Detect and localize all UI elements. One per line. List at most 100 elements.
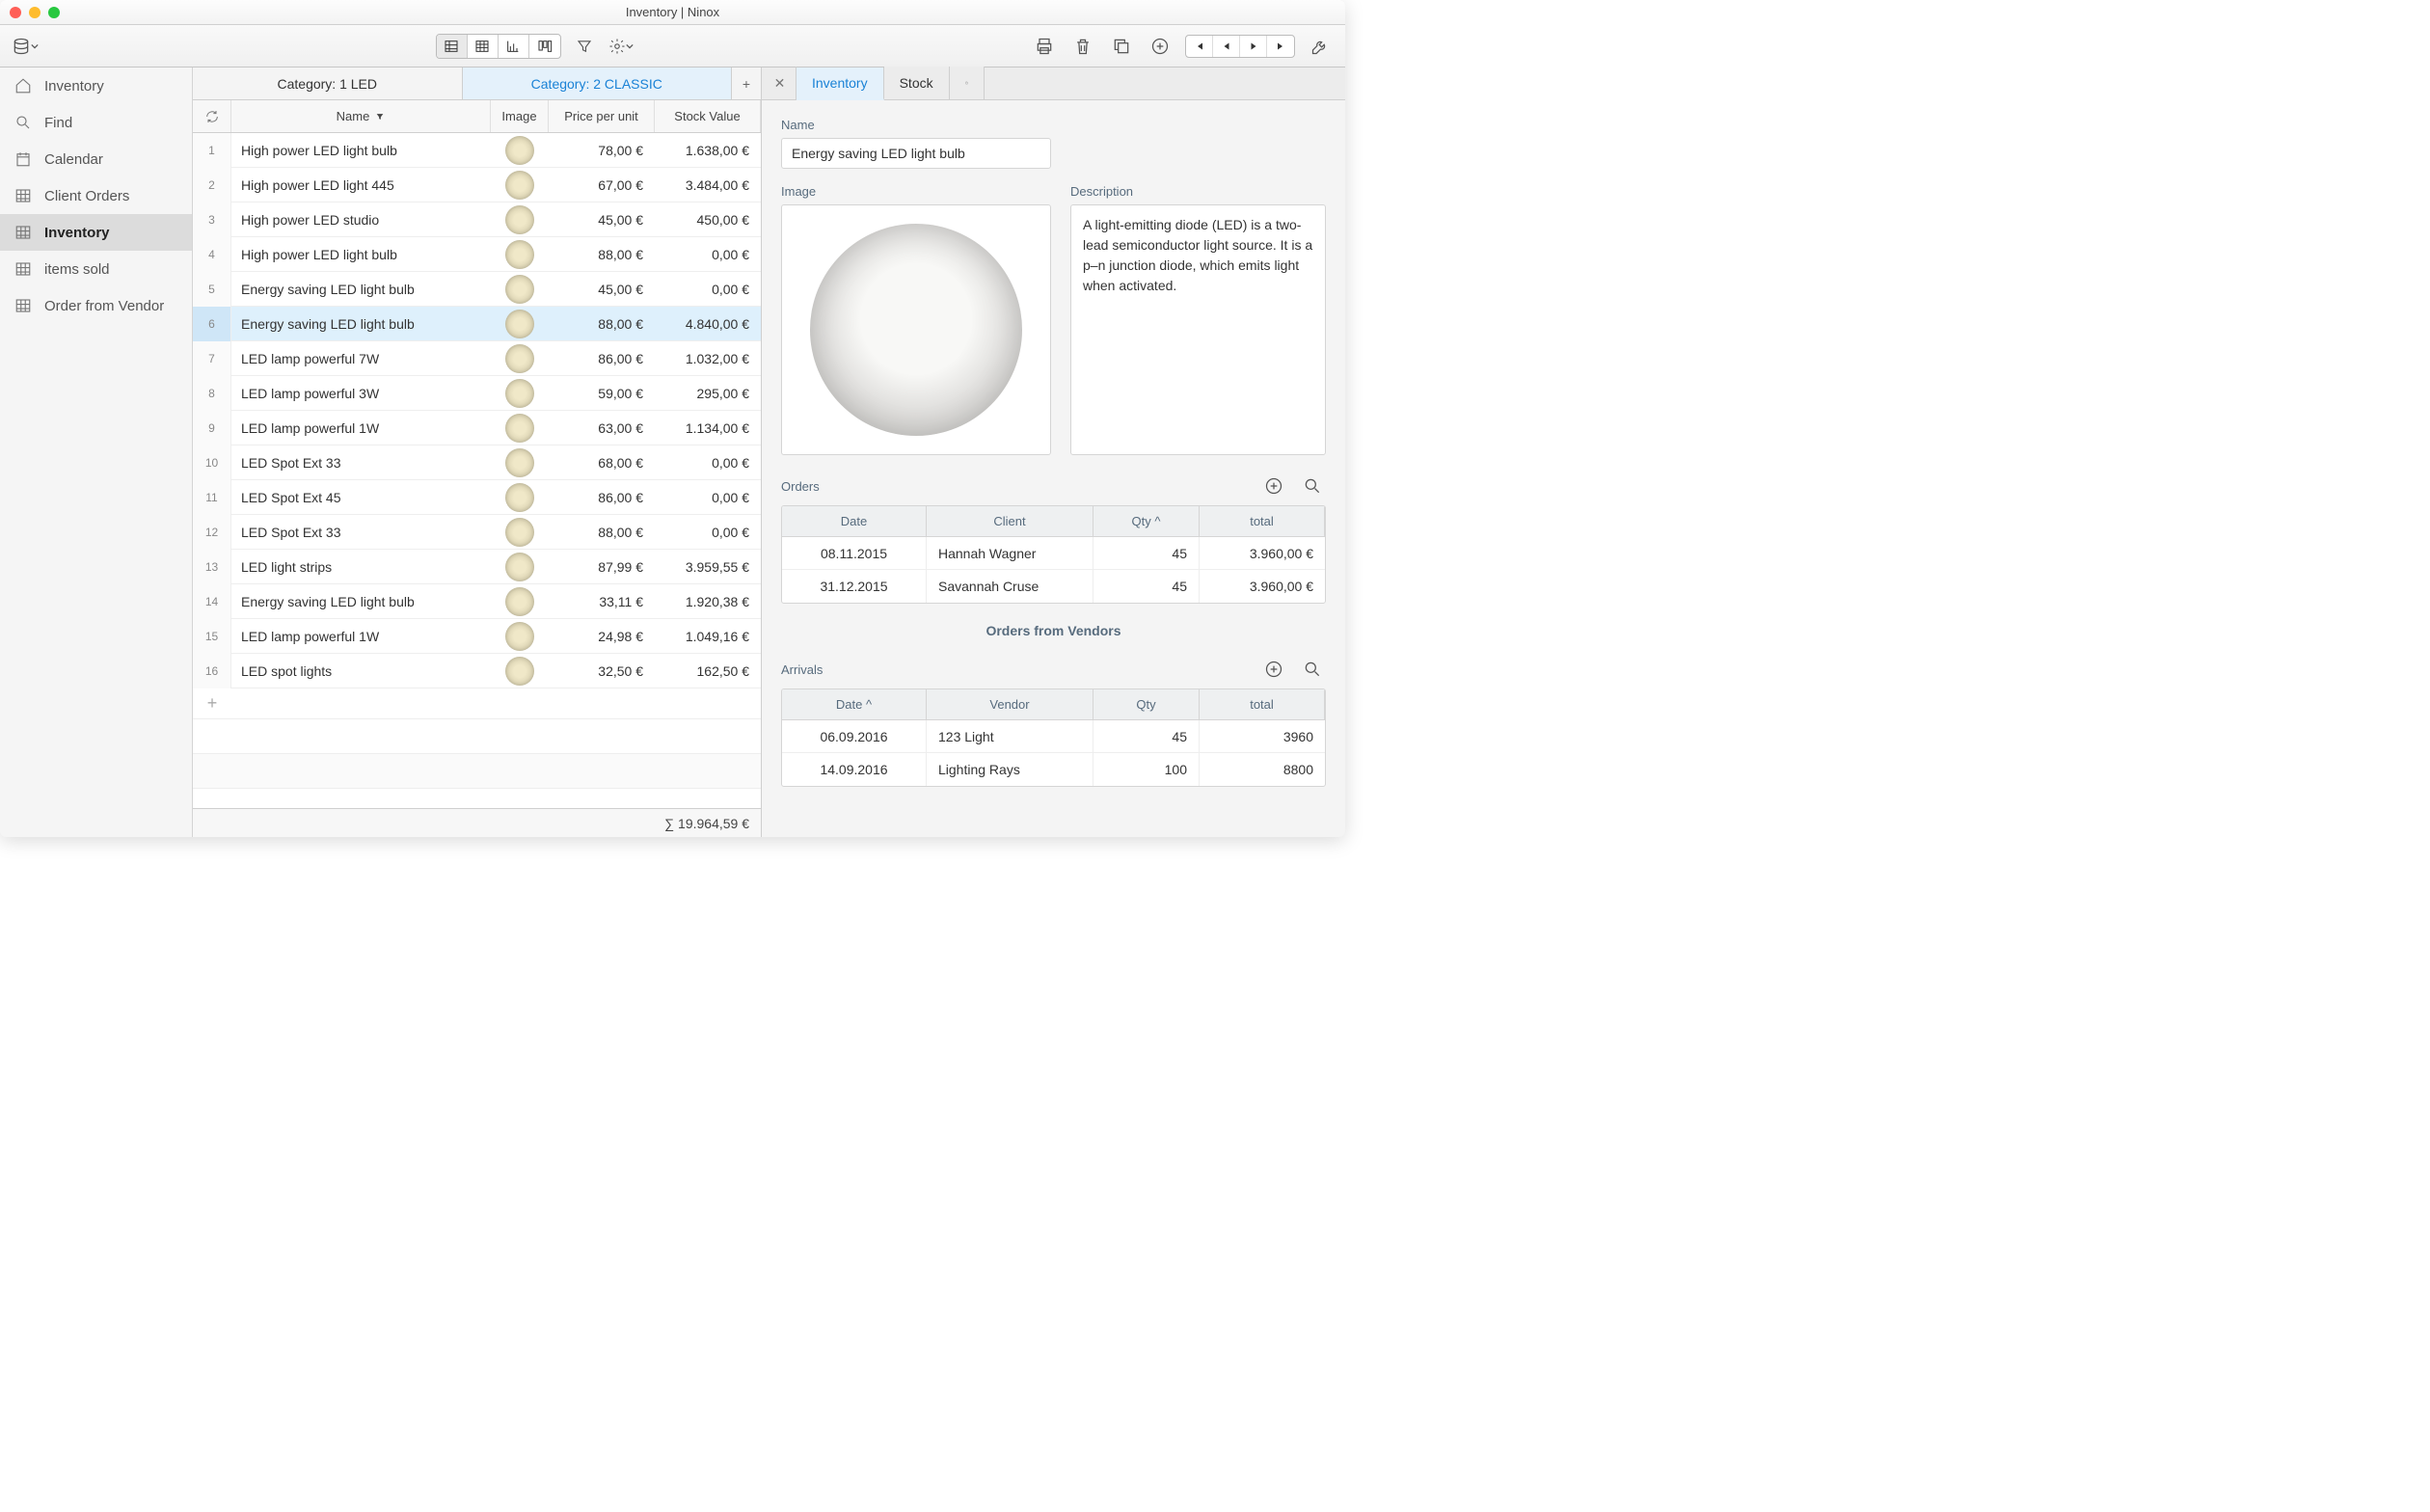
- nav-next[interactable]: [1240, 36, 1267, 57]
- add-category[interactable]: +: [732, 68, 761, 99]
- thumbnail-icon: [505, 414, 534, 443]
- orders-table: Date Client Qty ^ total 08.11.2015Hannah…: [781, 505, 1326, 604]
- category-tab[interactable]: Category: 1 LED: [193, 68, 463, 99]
- table-row[interactable]: 15 LED lamp powerful 1W 24,98 € 1.049,16…: [193, 619, 761, 654]
- arrivals-add[interactable]: [1260, 656, 1287, 683]
- cell-price: 45,00 €: [549, 212, 655, 228]
- orders-col-date[interactable]: Date: [782, 506, 927, 536]
- cell-stock: 1.134,00 €: [655, 420, 761, 436]
- minimize-window[interactable]: [29, 7, 40, 18]
- table-row[interactable]: 5 Energy saving LED light bulb 45,00 € 0…: [193, 272, 761, 307]
- sidebar-item-inventory[interactable]: Inventory: [0, 68, 192, 104]
- cell-price: 24,98 €: [549, 629, 655, 644]
- settings-button[interactable]: [608, 33, 634, 60]
- arrivals-row[interactable]: 06.09.2016123 Light453960: [782, 720, 1325, 753]
- sidebar-item-items-sold[interactable]: items sold: [0, 251, 192, 287]
- orders-col-qty[interactable]: Qty ^: [1094, 506, 1200, 536]
- table-row[interactable]: 8 LED lamp powerful 3W 59,00 € 295,00 €: [193, 376, 761, 411]
- close-window[interactable]: [10, 7, 21, 18]
- filter-button[interactable]: [571, 33, 598, 60]
- table-row[interactable]: 2 High power LED light 445 67,00 € 3.484…: [193, 168, 761, 202]
- tab-new[interactable]: [950, 67, 985, 99]
- table-row[interactable]: 12 LED Spot Ext 33 88,00 € 0,00 €: [193, 515, 761, 550]
- cell-name: LED Spot Ext 33: [231, 455, 491, 471]
- view-chart[interactable]: [499, 35, 529, 58]
- orders-col-total[interactable]: total: [1200, 506, 1325, 536]
- orders-search[interactable]: [1299, 472, 1326, 500]
- row-number: 13: [193, 550, 231, 584]
- database-menu[interactable]: [12, 33, 39, 60]
- nav-prev[interactable]: [1213, 36, 1240, 57]
- empty-row: [193, 789, 761, 808]
- col-header-stock[interactable]: Stock Value: [655, 100, 761, 132]
- cell-stock: 0,00 €: [655, 525, 761, 540]
- view-table[interactable]: [437, 35, 468, 58]
- sidebar-item-calendar[interactable]: Calendar: [0, 141, 192, 177]
- close-detail[interactable]: ✕: [764, 67, 796, 99]
- col-header-price[interactable]: Price per unit: [549, 100, 655, 132]
- table-row[interactable]: 14 Energy saving LED light bulb 33,11 € …: [193, 584, 761, 619]
- image-box[interactable]: [781, 204, 1051, 455]
- row-number: 7: [193, 341, 231, 376]
- cell-image: [491, 414, 549, 443]
- tab-inventory[interactable]: Inventory: [796, 68, 884, 100]
- delete-button[interactable]: [1069, 33, 1096, 60]
- sidebar-item-find[interactable]: Find: [0, 104, 192, 141]
- grid-area: Category: 1 LEDCategory: 2 CLASSIC+ Name…: [193, 68, 762, 837]
- arrivals-col-total[interactable]: total: [1200, 689, 1325, 719]
- col-header-image[interactable]: Image: [491, 100, 549, 132]
- table-row[interactable]: 4 High power LED light bulb 88,00 € 0,00…: [193, 237, 761, 272]
- view-kanban[interactable]: [529, 35, 560, 58]
- thumbnail-icon: [505, 310, 534, 338]
- orders-col-client[interactable]: Client: [927, 506, 1094, 536]
- cell-price: 88,00 €: [549, 247, 655, 262]
- table-row[interactable]: 13 LED light strips 87,99 € 3.959,55 €: [193, 550, 761, 584]
- cell-image: [491, 622, 549, 651]
- duplicate-button[interactable]: [1108, 33, 1135, 60]
- description-label: Description: [1070, 184, 1326, 199]
- arrivals-title: Arrivals: [781, 662, 823, 677]
- category-tab[interactable]: Category: 2 CLASSIC: [463, 68, 733, 99]
- orders-row[interactable]: 31.12.2015Savannah Cruse453.960,00 €: [782, 570, 1325, 603]
- table-row[interactable]: 9 LED lamp powerful 1W 63,00 € 1.134,00 …: [193, 411, 761, 446]
- refresh-icon[interactable]: [193, 100, 231, 132]
- print-button[interactable]: [1031, 33, 1058, 60]
- sidebar-item-client-orders[interactable]: Client Orders: [0, 177, 192, 214]
- cell-image: [491, 657, 549, 686]
- maximize-window[interactable]: [48, 7, 60, 18]
- col-header-name[interactable]: Name: [231, 100, 491, 132]
- name-input[interactable]: Energy saving LED light bulb: [781, 138, 1051, 169]
- table-row[interactable]: 3 High power LED studio 45,00 € 450,00 €: [193, 202, 761, 237]
- table-row[interactable]: 11 LED Spot Ext 45 86,00 € 0,00 €: [193, 480, 761, 515]
- arrivals-col-qty[interactable]: Qty: [1094, 689, 1200, 719]
- cell-name: LED lamp powerful 1W: [231, 629, 491, 644]
- table-row[interactable]: 6 Energy saving LED light bulb 88,00 € 4…: [193, 307, 761, 341]
- detail-tabs: ✕ Inventory Stock: [762, 68, 1345, 100]
- description-input[interactable]: A light-emitting diode (LED) is a two-le…: [1070, 204, 1326, 455]
- arrivals-table: Date ^ Vendor Qty total 06.09.2016123 Li…: [781, 688, 1326, 787]
- table-row[interactable]: 1 High power LED light bulb 78,00 € 1.63…: [193, 133, 761, 168]
- sidebar-item-order-from-vendor[interactable]: Order from Vendor: [0, 287, 192, 324]
- add-button[interactable]: [1147, 33, 1174, 60]
- table-row[interactable]: 16 LED spot lights 32,50 € 162,50 €: [193, 654, 761, 688]
- view-grid[interactable]: [468, 35, 499, 58]
- tab-stock[interactable]: Stock: [884, 67, 950, 99]
- arrivals-col-date[interactable]: Date ^: [782, 689, 927, 719]
- table-row[interactable]: 7 LED lamp powerful 7W 86,00 € 1.032,00 …: [193, 341, 761, 376]
- arrivals-col-vendor[interactable]: Vendor: [927, 689, 1094, 719]
- sidebar-item-label: Find: [44, 115, 72, 131]
- wrench-button[interactable]: [1307, 33, 1334, 60]
- cell-stock: 3.484,00 €: [655, 177, 761, 193]
- orders-row[interactable]: 08.11.2015Hannah Wagner453.960,00 €: [782, 537, 1325, 570]
- arrivals-search[interactable]: [1299, 656, 1326, 683]
- add-row[interactable]: +: [193, 688, 761, 719]
- window-title: Inventory | Ninox: [626, 5, 719, 19]
- sidebar-item-inventory[interactable]: Inventory: [0, 214, 192, 251]
- nav-last[interactable]: [1267, 36, 1294, 57]
- table-row[interactable]: 10 LED Spot Ext 33 68,00 € 0,00 €: [193, 446, 761, 480]
- thumbnail-icon: [505, 587, 534, 616]
- nav-first[interactable]: [1186, 36, 1213, 57]
- arrivals-row[interactable]: 14.09.2016Lighting Rays1008800: [782, 753, 1325, 786]
- cell-stock: 1.032,00 €: [655, 351, 761, 366]
- orders-add[interactable]: [1260, 472, 1287, 500]
